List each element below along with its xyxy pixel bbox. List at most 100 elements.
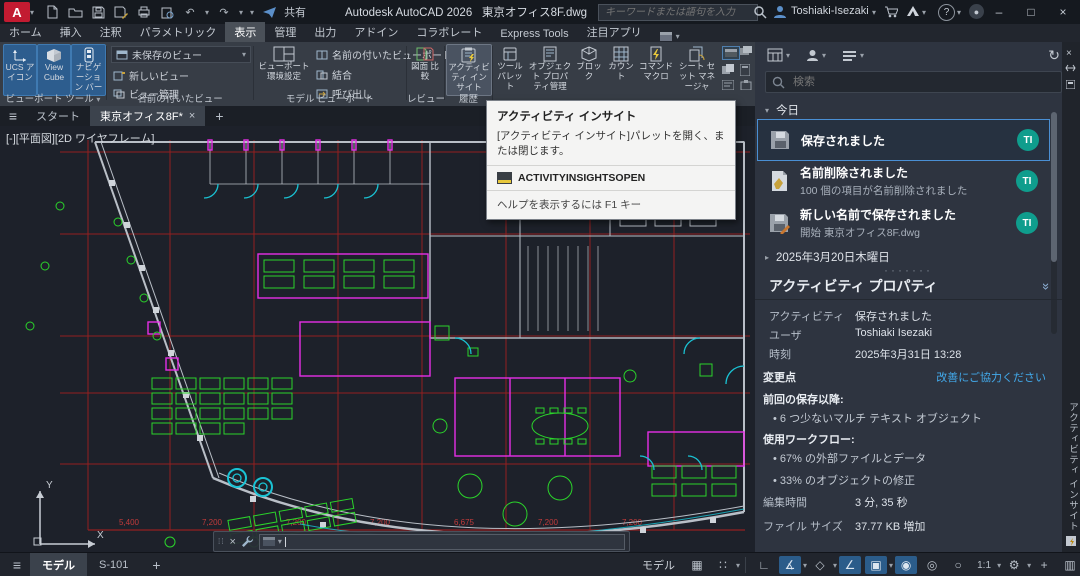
basepoint-palette-icon[interactable] [740, 80, 752, 90]
layer-palette-icon[interactable] [740, 46, 752, 56]
layout-menu-icon[interactable]: ≡ [6, 556, 28, 574]
start-tab[interactable]: スタート [26, 106, 90, 126]
osnap-tracking-icon[interactable]: ∠ [839, 556, 861, 574]
annotation-scale-value[interactable]: 1:1 [973, 556, 995, 574]
close-button[interactable]: × [1048, 0, 1078, 24]
view-dropdown[interactable]: 未保存のビュー ▾ [111, 46, 251, 63]
osnap-icon[interactable]: ▣ [865, 556, 887, 574]
drawing-tab-close-icon[interactable]: × [189, 110, 195, 122]
ribbon-tab-express-tools[interactable]: Express Tools [491, 26, 577, 42]
ribbon-tab-annotate[interactable]: 注釈 [91, 22, 131, 42]
ucs-icon-toggle[interactable]: UCS アイコン [3, 44, 37, 96]
calculator-palette-icon[interactable] [740, 64, 750, 76]
drawing-compare-button[interactable]: 図面 比較 [408, 44, 442, 94]
ribbon-tab-collaborate[interactable]: コラボレート [407, 22, 491, 42]
scrollbar-thumb[interactable] [1051, 112, 1057, 262]
plot-icon[interactable] [136, 4, 152, 20]
new-drawing-tab-button[interactable]: + [205, 106, 233, 126]
palette-close-icon[interactable]: × [1066, 48, 1072, 59]
share-plane-icon[interactable] [261, 4, 277, 20]
view-dropdown-caret-icon[interactable]: ▾ [242, 50, 246, 59]
workspace-caret-icon[interactable]: ▾ [1027, 561, 1031, 570]
drawing-tab[interactable]: 東京オフィス8F*× [90, 106, 205, 126]
new-file-icon[interactable] [44, 4, 60, 20]
activity-insights-button[interactable]: アクティビティ インサイト [446, 44, 492, 96]
command-macros-button[interactable]: コマンド マクロ [638, 44, 674, 94]
qat-menu-icon[interactable]: ▾ [250, 8, 254, 17]
signed-in-user-icon[interactable] [773, 5, 787, 19]
panel-label-review[interactable]: レビュー [407, 91, 444, 105]
app-menu-button[interactable]: A [4, 2, 30, 22]
properties-palette-button[interactable]: オブジェクト プロパティ管理 [528, 44, 572, 94]
history-item-purged[interactable]: 名前削除されました 100 個の項目が名前削除されました TI [757, 161, 1048, 201]
share-label[interactable]: 共有 [284, 4, 306, 20]
help-icon[interactable]: ? [938, 4, 955, 21]
panel-label-viewport-tools[interactable]: ビューポート ツール ▾ [0, 91, 106, 105]
undo-icon[interactable]: ↶ [182, 4, 198, 20]
ribbon-tab-home[interactable]: ホーム [0, 22, 51, 42]
palette-scrollbar[interactable] [1051, 112, 1057, 334]
iso-caret-icon[interactable]: ▾ [833, 561, 837, 570]
redo-icon[interactable]: ↷ [216, 4, 232, 20]
user-filter-button[interactable]: ▾ [806, 49, 826, 62]
join-viewports-button[interactable]: 結合 [316, 67, 352, 82]
annotation-visibility-icon[interactable]: ◉ [895, 556, 917, 574]
ribbon-tab-output[interactable]: 出力 [305, 22, 345, 42]
annotation-scale-icon[interactable]: ○ [947, 556, 969, 574]
collapse-caret-icon[interactable]: ▾ [765, 106, 769, 115]
osnap-caret-icon[interactable]: ▾ [889, 561, 893, 570]
app-store-cart-icon[interactable] [884, 5, 898, 18]
ribbon-tab-featured-apps[interactable]: 注目アプリ [578, 22, 651, 42]
layout-tab-s101[interactable]: S-101 [87, 553, 140, 576]
new-view-button[interactable]: 新しいビュー [113, 68, 189, 83]
collapse-section-icon[interactable]: » [1039, 282, 1054, 289]
workspace-icon[interactable]: ⚙ [1003, 556, 1025, 574]
ribbon-tab-addins[interactable]: アドイン [345, 22, 407, 42]
user-name[interactable]: Toshiaki-Isezaki [791, 5, 869, 17]
command-bar-close-icon[interactable]: × [229, 536, 235, 548]
viewport-configuration-button[interactable]: ビューポート 環境設定 [257, 44, 311, 94]
panel-label-model-viewports[interactable]: モデル ビューポート [254, 91, 406, 105]
help-search-input[interactable] [603, 6, 753, 19]
panel-label-named-views[interactable]: 名前の付いたビュー [107, 91, 253, 105]
save-as-icon[interactable] [113, 4, 129, 20]
ribbon-tab-parametric[interactable]: パラメトリック [131, 22, 226, 42]
expand-caret-icon[interactable]: ▸ [765, 253, 769, 262]
command-line-bar[interactable]: ⁞⁞ × ▾ [213, 531, 630, 552]
autodesk-logo-icon[interactable] [906, 5, 920, 17]
history-item-saved-as[interactable]: 新しい名前で保存されました 開始 東京オフィス8F.dwg TI [757, 203, 1048, 243]
group-header-march20[interactable]: ▸ 2025年3月20日木曜日 [765, 249, 890, 265]
command-input[interactable]: ▾ [259, 534, 625, 550]
autodesk-menu-caret-icon[interactable]: ▾ [922, 8, 926, 17]
snap-caret-icon[interactable]: ▾ [736, 561, 740, 570]
ribbon-tab-view[interactable]: 表示 [225, 22, 265, 42]
polar-caret-icon[interactable]: ▾ [803, 561, 807, 570]
redo-caret-icon[interactable]: ▾ [239, 8, 243, 17]
app-menu-caret-icon[interactable]: ▾ [30, 8, 34, 17]
isometric-drafting-icon[interactable]: ◇ [809, 556, 831, 574]
help-search-box[interactable] [598, 4, 758, 21]
print-preview-icon[interactable] [159, 4, 175, 20]
refresh-icon[interactable]: ↻ [1048, 47, 1060, 64]
count-palette-button[interactable]: カウント [606, 44, 636, 94]
viewcube-toggle[interactable]: View Cube [37, 44, 71, 96]
restore-button[interactable]: □ [1016, 0, 1046, 24]
tool-palettes-button[interactable]: ツール パレット [494, 44, 526, 94]
activity-type-filter-button[interactable]: ▾ [767, 48, 790, 62]
open-folder-icon[interactable] [67, 4, 83, 20]
feedback-link[interactable]: 改善にご協力ください [936, 369, 1046, 385]
markup-palette-icon[interactable] [722, 80, 734, 90]
file-tab-menu-icon[interactable]: ≡ [0, 108, 26, 124]
command-recent-caret-icon[interactable]: ▾ [278, 537, 282, 546]
blocks-palette-button[interactable]: ブロック [574, 44, 604, 94]
save-icon[interactable] [90, 4, 106, 20]
grid-display-icon[interactable]: ▦ [686, 556, 708, 574]
crosshair-icon[interactable]: + [1033, 556, 1055, 574]
model-space-tab[interactable]: モデル [30, 553, 87, 576]
minimize-button[interactable]: – [984, 0, 1014, 24]
quick-properties-icon[interactable]: ▥ [1059, 556, 1080, 574]
sheets-palette-icon[interactable] [722, 64, 734, 74]
new-layout-button[interactable]: + [140, 553, 172, 576]
scale-caret-icon[interactable]: ▾ [997, 561, 1001, 570]
view-options-button[interactable]: ▾ [842, 50, 864, 61]
